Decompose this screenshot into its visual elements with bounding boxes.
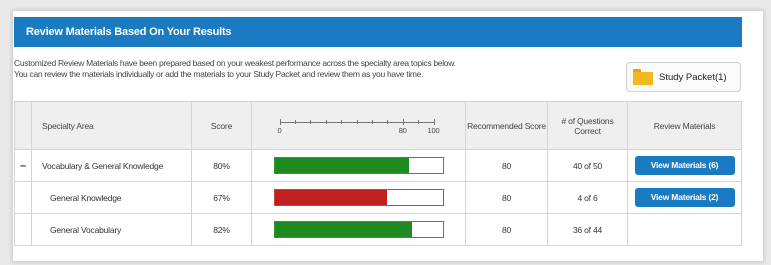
scale-tick-label: 0 (277, 125, 282, 135)
description-line-1: Customized Review Materials have been pr… (14, 58, 456, 68)
description: Customized Review Materials have been pr… (14, 58, 574, 80)
scale-tick (371, 119, 373, 124)
study-packet-label: Study Packet(1) (659, 71, 727, 83)
score-value: 67% (191, 181, 252, 214)
collapse-toggle[interactable]: – (14, 149, 32, 182)
scale-tick (325, 119, 327, 124)
specialty-area-name: Vocabulary & General Knowledge (31, 149, 192, 182)
specialty-area-name: General Vocabulary (31, 213, 192, 246)
collapse-toggle (14, 213, 32, 246)
score-bar (273, 221, 444, 238)
scale-tick (279, 118, 281, 125)
description-line-2: You can review the materials individuall… (14, 69, 424, 79)
score-bar-fill (274, 190, 388, 205)
table-header-row: Specialty Area Score 0 80 100 Recommended … (14, 101, 742, 150)
score-bar (273, 189, 444, 206)
questions-correct: 40 of 50 (547, 149, 628, 182)
review-cell: View Materials (2) (627, 181, 742, 214)
score-bar-cell (251, 213, 466, 246)
view-materials-button[interactable]: View Materials (2) (634, 188, 735, 207)
header-review-materials: Review Materials (627, 101, 742, 150)
score-value: 80% (191, 149, 252, 182)
scale-tick (387, 119, 389, 124)
review-cell (627, 213, 742, 246)
recommended-score: 80 (465, 149, 548, 182)
scale-tick (356, 119, 358, 124)
recommended-score: 80 (465, 181, 548, 214)
scale-tick (294, 119, 296, 124)
score-bar-cell (251, 181, 466, 214)
scale-tick-label: 100 (427, 125, 440, 135)
score-bar-fill (274, 158, 409, 173)
score-scale: 0 80 100 (274, 113, 444, 139)
scale-tick (433, 118, 435, 125)
header-score: Score (191, 101, 252, 150)
score-value: 82% (191, 213, 252, 246)
scale-tick (341, 119, 343, 124)
results-table: Specialty Area Score 0 80 100 Recommended … (14, 101, 742, 246)
score-bar (273, 157, 444, 174)
scale-tick (310, 119, 312, 124)
table-row: General Knowledge 67% 80 4 of 6 View Mat… (14, 181, 742, 214)
header-recommended-score: Recommended Score (465, 101, 548, 150)
scale-tick (402, 118, 404, 125)
collapse-toggle (14, 181, 32, 214)
questions-correct: 36 of 44 (547, 213, 628, 246)
study-packet-button[interactable]: Study Packet(1) (626, 62, 741, 92)
specialty-area-name: General Knowledge (31, 181, 192, 214)
table-row: – Vocabulary & General Knowledge 80% 80 … (14, 149, 742, 182)
questions-correct: 4 of 6 (547, 181, 628, 214)
review-cell: View Materials (6) (627, 149, 742, 182)
score-bar-fill (274, 222, 413, 237)
recommended-score: 80 (465, 213, 548, 246)
section-title: Review Materials Based On Your Results (26, 26, 232, 38)
table-row: General Vocabulary 82% 80 36 of 44 (14, 213, 742, 246)
header-score-scale: 0 80 100 (251, 101, 466, 150)
header-toggle-col (14, 101, 32, 150)
section-header: Review Materials Based On Your Results (14, 17, 742, 47)
score-bar-cell (251, 149, 466, 182)
header-questions-correct: # of Questions Correct (547, 101, 628, 150)
header-specialty-area: Specialty Area (31, 101, 192, 150)
scale-tick-label: 80 (398, 125, 407, 135)
scale-tick (418, 119, 420, 124)
view-materials-button[interactable]: View Materials (6) (634, 156, 735, 175)
folder-icon (633, 69, 653, 85)
